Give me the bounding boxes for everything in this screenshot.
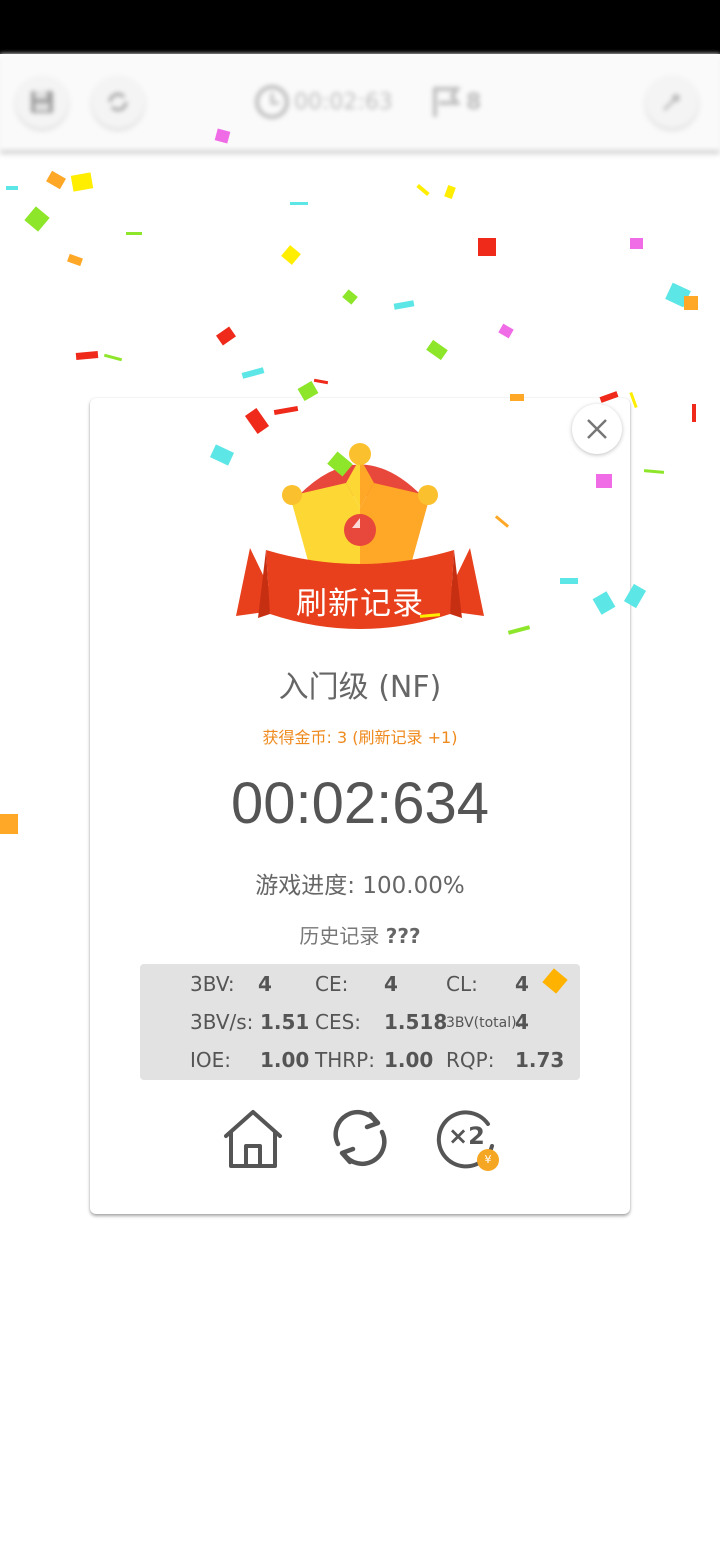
status-bar xyxy=(0,0,720,54)
progress-value: 100.00% xyxy=(362,873,465,899)
stat-value: 4 xyxy=(258,972,272,996)
restart-button[interactable] xyxy=(92,76,144,128)
timer-text: 00:02:63 xyxy=(294,89,393,115)
coins-earned: 获得金币: 3 (刷新记录 +1) xyxy=(262,728,458,747)
confetti-piece xyxy=(241,367,265,379)
timer: 00:02:63 xyxy=(254,82,393,122)
confetti-piece xyxy=(665,282,691,308)
confetti-piece xyxy=(684,296,698,310)
stat-label: IOE: xyxy=(190,1048,232,1072)
stat-label: CE: xyxy=(315,972,349,996)
confetti-piece xyxy=(426,339,448,361)
close-button[interactable] xyxy=(572,404,622,454)
confetti-piece xyxy=(393,300,415,310)
difficulty-level: 入门级 (NF) xyxy=(278,670,442,705)
confetti-piece xyxy=(281,245,301,265)
double-label: ×2 xyxy=(448,1122,485,1150)
confetti-piece xyxy=(70,172,94,192)
stat-label: CL: xyxy=(446,972,478,996)
flag-icon xyxy=(433,87,461,117)
confetti-piece xyxy=(478,238,496,256)
stat-value: 4 xyxy=(384,972,398,996)
flag-counter: 8 xyxy=(430,82,481,122)
replay-icon xyxy=(333,1110,387,1166)
stat-value: 1.518 xyxy=(384,1010,448,1034)
confetti-piece xyxy=(126,232,142,235)
history-label: 历史记录 xyxy=(299,924,380,948)
restart-icon xyxy=(108,92,128,112)
stat-label: THRP: xyxy=(315,1048,375,1072)
confetti-piece xyxy=(416,183,430,197)
game-time: 00:02:634 xyxy=(230,771,490,836)
home-icon xyxy=(224,1110,282,1168)
flag-count: 8 xyxy=(466,89,482,115)
coin-icon: ¥ xyxy=(477,1149,499,1171)
game-progress: 游戏进度: 100.00% xyxy=(90,866,630,900)
stat-value: 1.00 xyxy=(384,1048,434,1072)
confetti-piece xyxy=(75,351,99,360)
confetti-piece xyxy=(6,186,18,190)
history-value: ??? xyxy=(385,924,421,948)
close-icon xyxy=(587,419,607,439)
stat-value: 1.51 xyxy=(260,1010,310,1034)
confetti-piece xyxy=(630,238,643,249)
confetti-piece xyxy=(643,469,665,474)
new-record-banner: 刷新记录 xyxy=(296,586,424,622)
stat-value: 1.00 xyxy=(260,1048,310,1072)
confetti-piece xyxy=(498,323,514,339)
save-icon xyxy=(31,91,53,113)
confetti-piece xyxy=(67,253,83,267)
replay-button[interactable] xyxy=(330,1108,390,1168)
stat-label: 3BV(total): xyxy=(446,1015,522,1031)
confetti-piece xyxy=(103,353,123,362)
stat-value: 4 xyxy=(515,1010,529,1034)
confetti-piece xyxy=(313,378,329,385)
confetti-piece xyxy=(692,404,696,422)
stats-panel: 3BV: 4 CE: 4 CL: 4 3BV/s: 1.51 CES: 1.51… xyxy=(140,964,580,1080)
confetti-piece xyxy=(46,170,66,190)
confetti-piece xyxy=(342,289,358,305)
settings-icon xyxy=(662,94,680,112)
confetti-piece xyxy=(216,326,236,346)
home-button[interactable] xyxy=(220,1108,286,1170)
progress-label: 游戏进度: xyxy=(255,873,356,899)
confetti-piece xyxy=(290,202,308,205)
stat-value: 1.73 xyxy=(515,1048,565,1072)
stat-value: 4 xyxy=(515,972,529,996)
save-button[interactable] xyxy=(16,76,68,128)
confetti-piece xyxy=(629,391,638,409)
game-toolbar: 00:02:63 8 xyxy=(0,54,720,150)
clock-icon xyxy=(255,85,289,119)
confetti-piece xyxy=(24,206,50,232)
confetti-piece xyxy=(0,814,18,834)
stat-label: 3BV/s: xyxy=(190,1010,254,1034)
confetti-piece xyxy=(444,184,456,200)
history-record: 历史记录 ??? xyxy=(90,920,630,949)
stat-label: 3BV: xyxy=(190,972,235,996)
stat-label: RQP: xyxy=(446,1048,495,1072)
settings-button[interactable] xyxy=(646,76,698,128)
stat-label: CES: xyxy=(315,1010,362,1034)
